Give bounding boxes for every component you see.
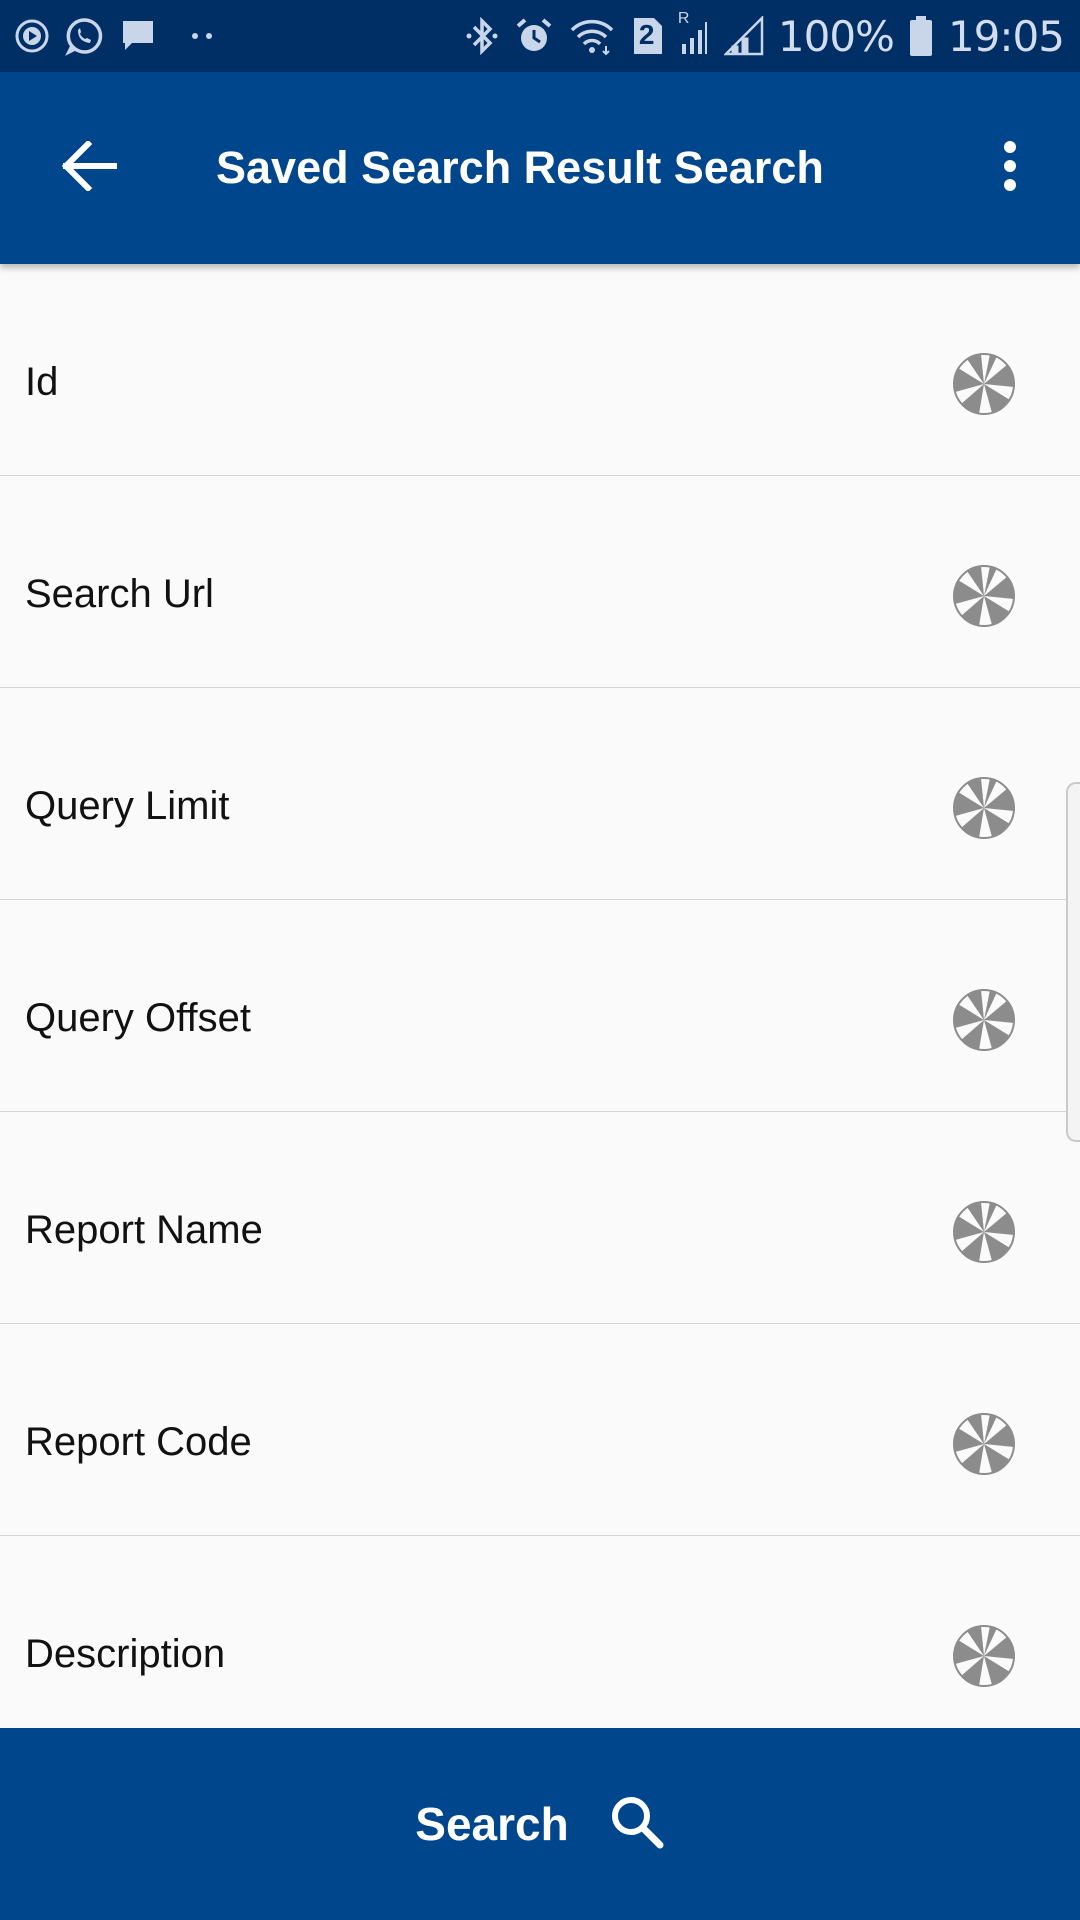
field-label: Id — [25, 360, 59, 404]
aperture-icon[interactable] — [952, 352, 1016, 416]
message-icon — [118, 16, 158, 56]
more-vert-icon — [1002, 140, 1018, 197]
field-label: Query Offset — [25, 996, 252, 1040]
more-dots-icon — [190, 30, 214, 42]
search-button-label: Search — [415, 1798, 569, 1850]
aperture-icon[interactable] — [952, 1412, 1016, 1476]
field-row-search-url[interactable]: Search Url — [0, 476, 1080, 688]
signal-icon — [723, 16, 764, 56]
arrow-back-icon — [61, 139, 118, 196]
sim-badge-text: 2 — [638, 19, 655, 50]
app-bar: Saved Search Result Search — [0, 72, 1080, 264]
field-label: Report Code — [25, 1420, 252, 1464]
wifi-icon — [568, 16, 616, 56]
field-label: Search Url — [25, 572, 214, 616]
aperture-icon[interactable] — [952, 1200, 1016, 1264]
aperture-icon[interactable] — [952, 564, 1016, 628]
status-left-icons — [14, 0, 214, 72]
battery-percentage: 100% — [777, 11, 895, 61]
aperture-icon[interactable] — [952, 1624, 1016, 1688]
play-icon — [14, 18, 50, 54]
status-bar: 2 R 100% 19:05 — [0, 0, 1080, 72]
more-options-button[interactable] — [960, 118, 1060, 218]
field-label: Report Name — [25, 1208, 263, 1252]
status-right-icons: 2 R 100% 19:05 — [464, 0, 1065, 72]
clock-time: 19:05 — [947, 11, 1065, 61]
battery-icon — [908, 15, 934, 57]
field-label: Description — [25, 1632, 226, 1676]
page-title: Saved Search Result Search — [216, 142, 824, 193]
search-icon — [609, 1794, 665, 1855]
sim-icon: 2 — [630, 16, 664, 56]
field-row-id[interactable]: Id — [0, 264, 1080, 476]
field-row-report-name[interactable]: Report Name — [0, 1112, 1080, 1324]
field-row-description[interactable]: Description — [0, 1536, 1080, 1748]
screen: 2 R 100% 19:05 Saved Search Result Searc… — [0, 0, 1080, 1920]
back-button[interactable] — [40, 118, 140, 218]
field-row-query-limit[interactable]: Query Limit — [0, 688, 1080, 900]
field-row-query-offset[interactable]: Query Offset — [0, 900, 1080, 1112]
whatsapp-icon — [64, 16, 104, 56]
roaming-text: R — [677, 10, 690, 27]
field-list: Id Search Url Query Limit Query Offset R… — [0, 264, 1080, 1748]
aperture-icon[interactable] — [952, 988, 1016, 1052]
search-button[interactable]: Search — [0, 1728, 1080, 1920]
field-row-report-code[interactable]: Report Code — [0, 1324, 1080, 1536]
bluetooth-icon — [464, 15, 500, 57]
alarm-icon — [514, 16, 554, 56]
aperture-icon[interactable] — [952, 776, 1016, 840]
field-label: Query Limit — [25, 784, 230, 828]
scroll-handle[interactable] — [1066, 782, 1080, 1142]
roaming-signal-icon: R — [678, 10, 710, 56]
